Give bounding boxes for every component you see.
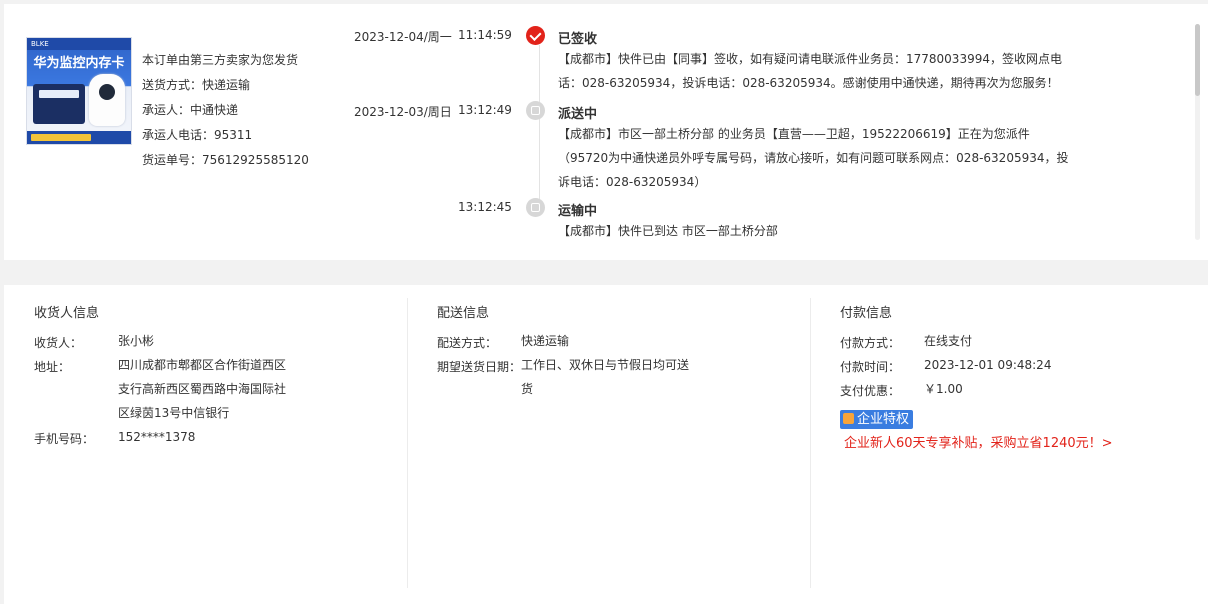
shipping-method: 送货方式：快递运输 <box>142 78 251 92</box>
timeline-status: 运输中 <box>558 204 598 219</box>
delivery-title: 配送信息 <box>437 306 490 321</box>
delivery-method: 快递运输 <box>521 334 570 348</box>
timeline-desc: 【成都市】快件已由【同事】签收，如有疑问请电联派件业务员：17780033994… <box>558 52 1062 90</box>
phone-value: 152****1378 <box>118 430 196 444</box>
column-divider <box>810 298 811 588</box>
product-thumbnail[interactable]: BLKE 华为监控内存卡 <box>26 37 132 145</box>
consignee-name-label: 收货人： <box>34 336 83 350</box>
enterprise-promo-link[interactable]: 企业新人60天专享补贴，采购立省1240元！> <box>844 432 1113 451</box>
timeline-status: 已签收 <box>558 32 598 47</box>
payment-discount-label: 支付优惠： <box>840 384 901 398</box>
camera-image <box>89 74 125 126</box>
delivery-date-label: 期望送货日期： <box>437 360 522 374</box>
consignee-title: 收货人信息 <box>34 306 100 321</box>
timeline-desc: 【成都市】快件已到达 市区一部土桥分部 <box>558 224 778 238</box>
timeline-status: 派送中 <box>558 107 598 122</box>
phone-label: 手机号码： <box>34 432 95 446</box>
thumb-footer <box>27 131 131 144</box>
delivery-date: 工作日、双休日与节假日均可送货 <box>521 358 690 396</box>
payment-time-label: 付款时间： <box>840 360 901 374</box>
badge-label: 企业特权 <box>857 412 910 427</box>
shipment-info: 本订单由第三方卖家为您发货 送货方式：快递运输 承运人：中通快递 承运人电话：9… <box>142 48 309 173</box>
gift-icon <box>843 413 854 424</box>
timeline-connector <box>539 119 540 201</box>
payment-method: 在线支付 <box>924 334 973 348</box>
sd-card-image <box>33 84 85 124</box>
logistics-panel: BLKE 华为监控内存卡 本订单由第三方卖家为您发货 送货方式：快递运输 承运人… <box>4 4 1208 260</box>
timeline-time: 13:12:49 <box>458 103 512 117</box>
address-label: 地址： <box>34 360 71 374</box>
signed-check-icon <box>526 26 545 45</box>
delivery-method-label: 配送方式： <box>437 336 498 350</box>
payment-discount: ￥1.00 <box>924 382 963 396</box>
payment-time: 2023-12-01 09:48:24 <box>924 358 1052 372</box>
thumb-brand: BLKE <box>27 38 131 50</box>
timeline-connector <box>539 45 540 104</box>
address-value: 四川成都市郫都区合作街道西区支行高新西区蜀西路中海国际社区绿茵13号中信银行 <box>118 358 287 420</box>
timeline-desc: 【成都市】市区一部土桥分部 的业务员【直营——卫超，19522206619】正在… <box>558 127 1069 189</box>
delivery-icon <box>526 101 545 120</box>
consignee-name: 张小彬 <box>118 334 155 348</box>
carrier: 承运人：中通快递 <box>142 103 239 117</box>
timeline-date: 2023-12-04/周一 <box>354 30 452 44</box>
timeline-date: 2023-12-03/周日 <box>354 105 452 119</box>
consignee-section: 收货人信息 收货人： 张小彬 地址： 四川成都市郫都区合作街道西区支行高新西区蜀… <box>34 285 404 604</box>
seller-note: 本订单由第三方卖家为您发货 <box>142 53 299 67</box>
carrier-phone: 承运人电话：95311 <box>142 128 253 142</box>
payment-section: 付款信息 付款方式： 在线支付 付款时间： 2023-12-01 09:48:2… <box>840 285 1200 604</box>
order-info-panel: 收货人信息 收货人： 张小彬 地址： 四川成都市郫都区合作街道西区支行高新西区蜀… <box>4 285 1208 604</box>
transit-icon <box>526 198 545 217</box>
timeline-scrollbar-thumb[interactable] <box>1195 24 1200 96</box>
thumb-title: 华为监控内存卡 <box>33 56 125 71</box>
timeline-time: 11:14:59 <box>458 28 512 42</box>
column-divider <box>407 298 408 588</box>
payment-title: 付款信息 <box>840 306 893 321</box>
delivery-section: 配送信息 配送方式： 快递运输 期望送货日期： 工作日、双休日与节假日均可送货 <box>437 285 807 604</box>
payment-method-label: 付款方式： <box>840 336 901 350</box>
tracking-number: 货运单号：75612925585120 <box>142 153 309 167</box>
timeline-time: 13:12:45 <box>458 200 512 214</box>
enterprise-privilege-badge[interactable]: 企业特权 <box>840 410 914 429</box>
